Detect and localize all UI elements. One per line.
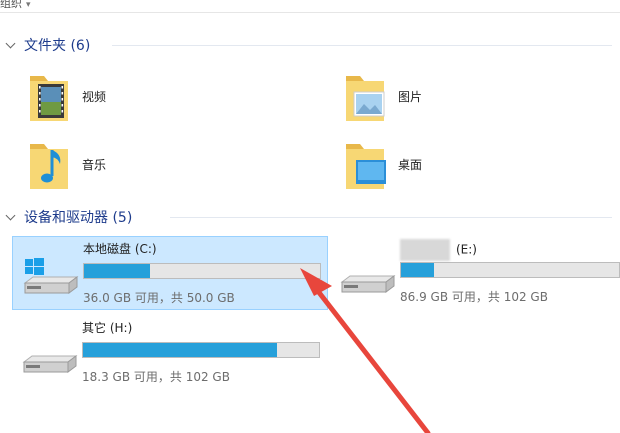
chevron-down-icon[interactable]: [4, 38, 18, 52]
redacted-label: [400, 239, 450, 261]
folders-group-header[interactable]: 文件夹 (6): [4, 34, 90, 56]
group-divider: [112, 45, 612, 46]
folders-group-label: 文件夹 (6): [24, 38, 91, 54]
drive-size-text: 86.9 GB 可用，共 102 GB: [400, 290, 548, 304]
folder-label: 音乐: [82, 157, 107, 172]
organize-menu[interactable]: 组织 ▾: [0, 0, 31, 11]
hard-drive-icon: [338, 256, 398, 296]
drive-c[interactable]: 本地磁盘 (C:) 36.0 GB 可用，共 50.0 GB: [12, 236, 328, 310]
chevron-down-icon: ▾: [26, 0, 31, 10]
hard-drive-icon: [20, 336, 80, 376]
folder-desktop[interactable]: 桌面: [344, 134, 422, 194]
capacity-bar-fill: [83, 343, 277, 357]
drive-name: 本地磁盘 (C:): [83, 242, 157, 256]
capacity-bar: [83, 263, 321, 279]
toolbar: 组织 ▾: [0, 0, 620, 13]
capacity-bar-fill: [401, 263, 434, 277]
folder-music[interactable]: 音乐: [28, 134, 106, 194]
folder-pictures[interactable]: 图片: [344, 66, 422, 126]
capacity-bar: [400, 262, 620, 278]
folder-label: 图片: [398, 89, 423, 104]
devices-group-label: 设备和驱动器 (5): [24, 210, 133, 226]
folder-label: 视频: [82, 89, 107, 104]
drive-name: (E:): [400, 239, 477, 261]
drive-name: 其它 (H:): [82, 321, 133, 335]
chevron-down-icon[interactable]: [4, 210, 18, 224]
capacity-bar-fill: [84, 264, 151, 278]
folder-video[interactable]: 视频: [28, 66, 106, 126]
drive-e[interactable]: (E:) 86.9 GB 可用，共 102 GB: [330, 236, 620, 308]
capacity-bar: [82, 342, 320, 358]
drive-size-text: 18.3 GB 可用，共 102 GB: [82, 370, 230, 384]
video-folder-icon: [28, 68, 70, 124]
folder-label: 桌面: [398, 157, 423, 172]
music-folder-icon: [28, 136, 70, 192]
desktop-folder-icon: [344, 136, 386, 192]
devices-group-header[interactable]: 设备和驱动器 (5): [4, 206, 132, 228]
pictures-folder-icon: [344, 68, 386, 124]
drive-size-text: 36.0 GB 可用，共 50.0 GB: [83, 291, 235, 305]
group-divider: [170, 217, 612, 218]
drive-h[interactable]: 其它 (H:) 18.3 GB 可用，共 102 GB: [12, 316, 326, 388]
windows-drive-icon: [21, 257, 81, 297]
